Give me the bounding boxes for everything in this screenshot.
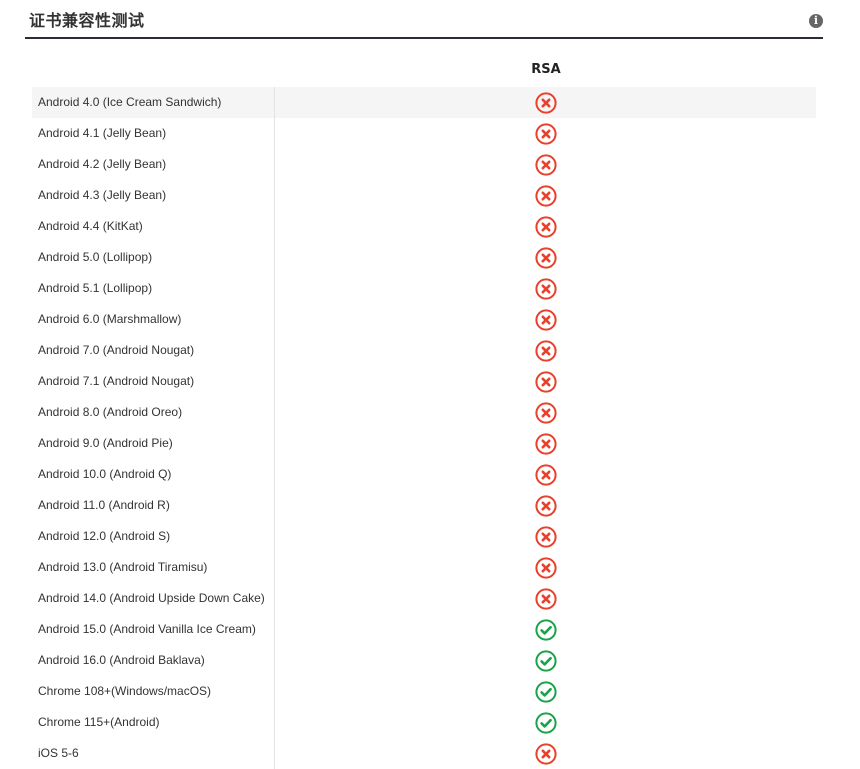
rsa-status-cell (276, 335, 816, 366)
table-row: Android 7.1 (Android Nougat) (32, 366, 816, 397)
row-label: Android 13.0 (Android Tiramisu) (32, 552, 275, 583)
table-row: Chrome 115+(Android) (32, 707, 816, 738)
row-label: Android 4.0 (Ice Cream Sandwich) (32, 87, 275, 118)
rsa-status-cell (276, 273, 816, 304)
column-header-rsa: RSA (531, 62, 561, 77)
rsa-status-cell (276, 211, 816, 242)
panel-title: 证书兼容性测试 (29, 11, 145, 30)
rsa-status-cell (276, 707, 816, 738)
row-label: Android 4.1 (Jelly Bean) (32, 118, 275, 149)
rsa-status-cell (276, 149, 816, 180)
x-circle-icon (535, 370, 557, 393)
row-label: iOS 5-6 (32, 738, 275, 769)
table-row: Android 14.0 (Android Upside Down Cake) (32, 583, 816, 614)
x-circle-icon (535, 153, 557, 176)
row-label: Android 15.0 (Android Vanilla Ice Cream) (32, 614, 275, 645)
rsa-status-cell (276, 304, 816, 335)
table-row: Android 9.0 (Android Pie) (32, 428, 816, 459)
row-label: Android 11.0 (Android R) (32, 490, 275, 521)
table-row: Android 4.2 (Jelly Bean) (32, 149, 816, 180)
rsa-status-cell (276, 459, 816, 490)
row-label: Android 8.0 (Android Oreo) (32, 397, 275, 428)
table-row: Chrome 108+(Windows/macOS) (32, 676, 816, 707)
x-circle-icon (535, 215, 557, 238)
x-circle-icon (535, 587, 557, 610)
x-circle-icon (535, 184, 557, 207)
table-header: RSA (32, 56, 816, 87)
table-row: Android 4.4 (KitKat) (32, 211, 816, 242)
rsa-status-cell (276, 614, 816, 645)
x-circle-icon (535, 463, 557, 486)
rsa-status-cell (276, 87, 816, 118)
compatibility-table: RSA Android 4.0 (Ice Cream Sandwich) Andr… (32, 56, 816, 769)
check-circle-icon (535, 649, 557, 672)
row-label: Android 10.0 (Android Q) (32, 459, 275, 490)
table-row: Android 13.0 (Android Tiramisu) (32, 552, 816, 583)
rsa-status-cell (276, 583, 816, 614)
table-row: Android 4.3 (Jelly Bean) (32, 180, 816, 211)
x-circle-icon (535, 339, 557, 362)
x-circle-icon (535, 525, 557, 548)
rsa-status-cell (276, 118, 816, 149)
row-label: Android 9.0 (Android Pie) (32, 428, 275, 459)
table-row: Android 5.1 (Lollipop) (32, 273, 816, 304)
row-label: Chrome 115+(Android) (32, 707, 275, 738)
rsa-status-cell (276, 645, 816, 676)
check-circle-icon (535, 618, 557, 641)
row-label: Chrome 108+(Windows/macOS) (32, 676, 275, 707)
row-label: Android 7.0 (Android Nougat) (32, 335, 275, 366)
table-row: Android 4.1 (Jelly Bean) (32, 118, 816, 149)
rsa-status-cell (276, 676, 816, 707)
row-label: Android 5.1 (Lollipop) (32, 273, 275, 304)
table-body: Android 4.0 (Ice Cream Sandwich) Android … (32, 87, 816, 769)
row-label: Android 4.2 (Jelly Bean) (32, 149, 275, 180)
rsa-status-cell (276, 552, 816, 583)
x-circle-icon (535, 742, 557, 765)
x-circle-icon (535, 401, 557, 424)
panel-header: 证书兼容性测试 i (25, 0, 823, 39)
info-icon[interactable]: i (809, 14, 823, 28)
rsa-status-cell (276, 242, 816, 273)
rsa-status-cell (276, 490, 816, 521)
row-label: Android 6.0 (Marshmallow) (32, 304, 275, 335)
x-circle-icon (535, 277, 557, 300)
row-label: Android 12.0 (Android S) (32, 521, 275, 552)
table-row: Android 4.0 (Ice Cream Sandwich) (32, 87, 816, 118)
x-circle-icon (535, 432, 557, 455)
table-row: Android 10.0 (Android Q) (32, 459, 816, 490)
rsa-status-cell (276, 738, 816, 769)
table-row: Android 6.0 (Marshmallow) (32, 304, 816, 335)
table-row: iOS 5-6 (32, 738, 816, 769)
row-label: Android 14.0 (Android Upside Down Cake) (32, 583, 275, 614)
table-row: Android 11.0 (Android R) (32, 490, 816, 521)
x-circle-icon (535, 122, 557, 145)
row-label: Android 7.1 (Android Nougat) (32, 366, 275, 397)
table-row: Android 15.0 (Android Vanilla Ice Cream) (32, 614, 816, 645)
table-row: Android 16.0 (Android Baklava) (32, 645, 816, 676)
x-circle-icon (535, 494, 557, 517)
check-circle-icon (535, 680, 557, 703)
rsa-status-cell (276, 180, 816, 211)
check-circle-icon (535, 711, 557, 734)
x-circle-icon (535, 308, 557, 331)
row-label: Android 5.0 (Lollipop) (32, 242, 275, 273)
table-row: Android 8.0 (Android Oreo) (32, 397, 816, 428)
row-label: Android 4.4 (KitKat) (32, 211, 275, 242)
rsa-status-cell (276, 428, 816, 459)
row-label: Android 16.0 (Android Baklava) (32, 645, 275, 676)
table-row: Android 12.0 (Android S) (32, 521, 816, 552)
x-circle-icon (535, 91, 557, 114)
rsa-status-cell (276, 521, 816, 552)
row-label: Android 4.3 (Jelly Bean) (32, 180, 275, 211)
table-row: Android 7.0 (Android Nougat) (32, 335, 816, 366)
x-circle-icon (535, 556, 557, 579)
table-row: Android 5.0 (Lollipop) (32, 242, 816, 273)
rsa-status-cell (276, 397, 816, 428)
x-circle-icon (535, 246, 557, 269)
rsa-status-cell (276, 366, 816, 397)
